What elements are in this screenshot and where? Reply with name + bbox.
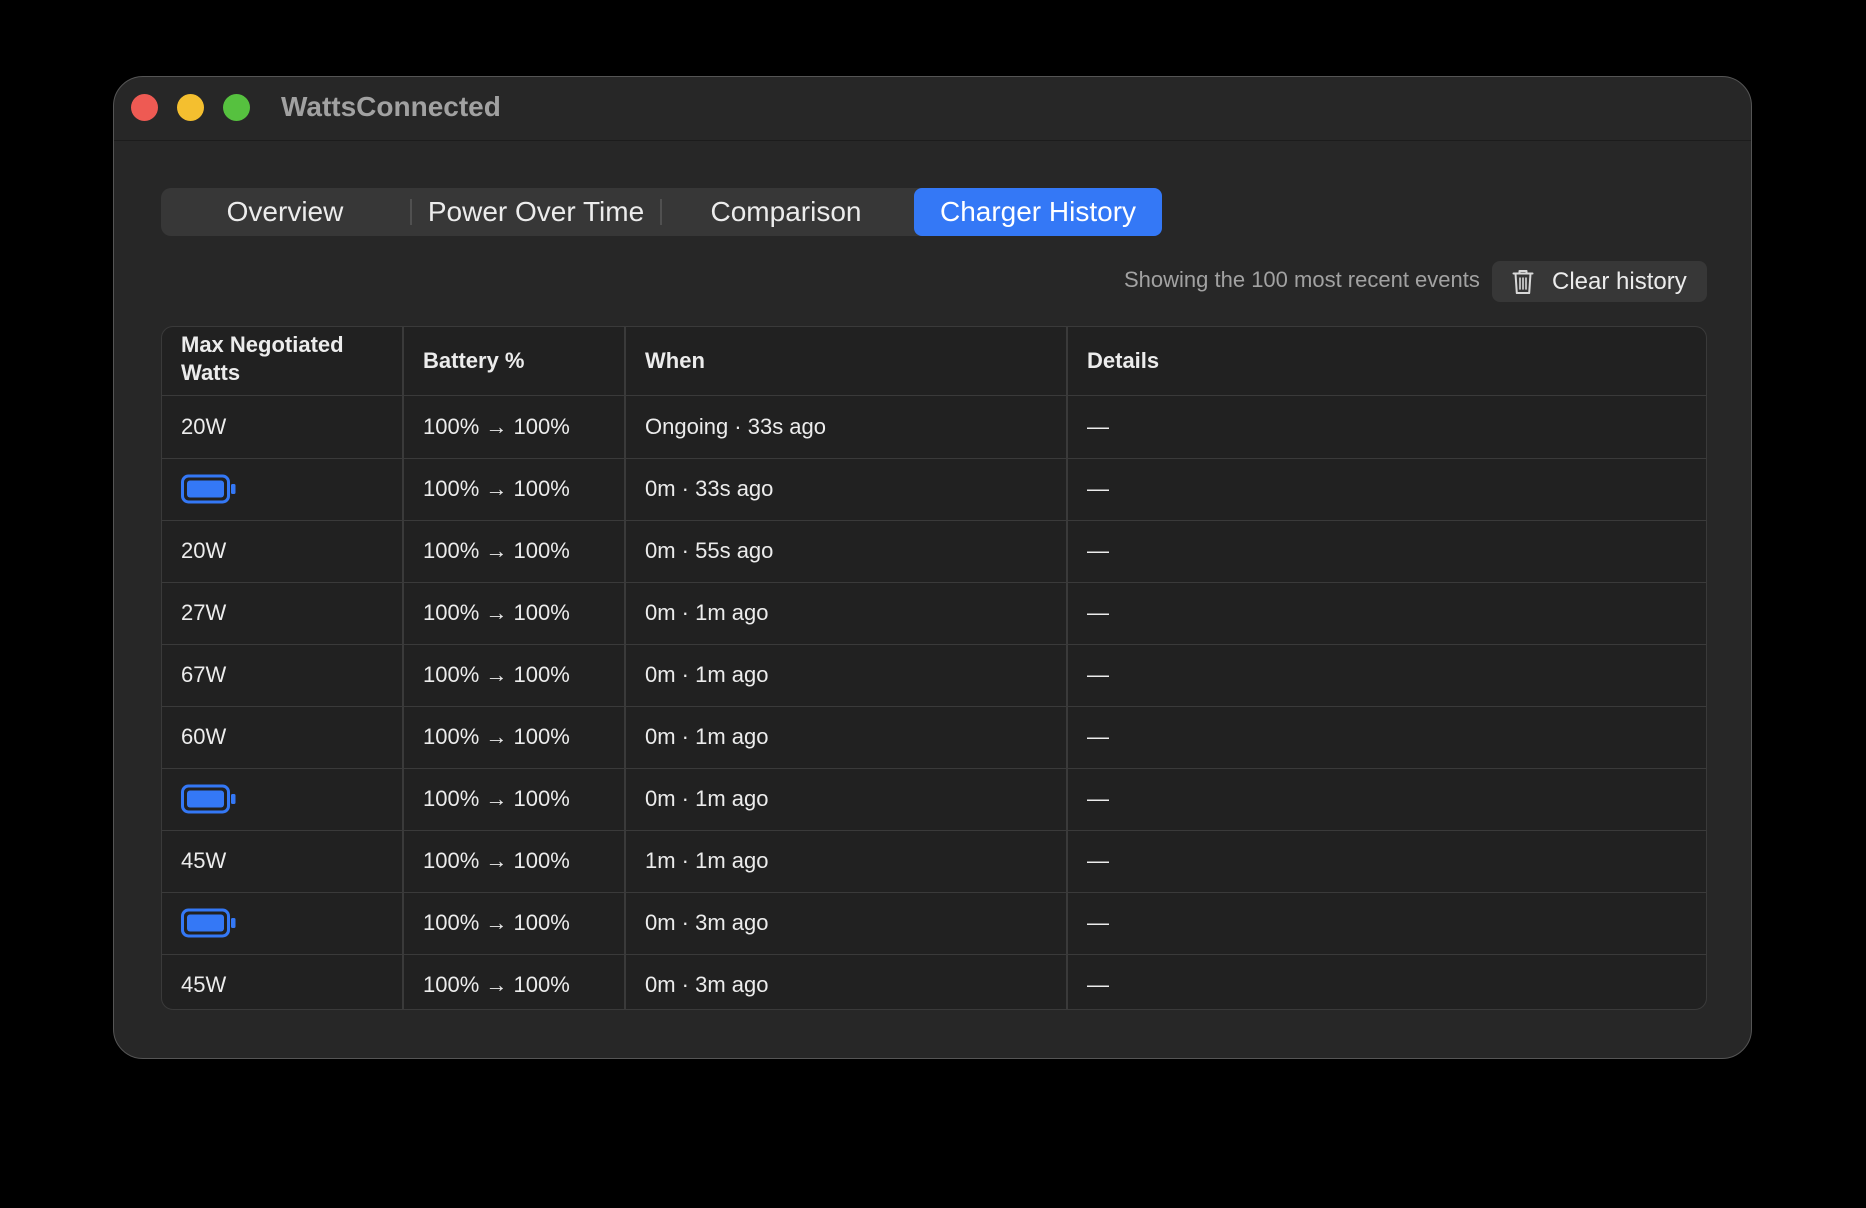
- table-row[interactable]: 20W 100% → 100% 0m · 55s ago —: [162, 520, 1706, 583]
- watts-cell: 45W: [181, 848, 227, 873]
- battery-cell: 100% → 100%: [423, 600, 570, 625]
- details-cell: —: [1087, 910, 1109, 935]
- when-cell: 0m · 3m ago: [645, 910, 769, 935]
- title-bar: WattsConnected: [114, 77, 1751, 141]
- table-header: Max Negotiated Watts Battery % When Deta…: [162, 327, 1706, 396]
- table-row[interactable]: 100% → 100% 0m · 33s ago —: [162, 458, 1706, 521]
- battery-icon: [181, 474, 236, 504]
- table-row[interactable]: 67W 100% → 100% 0m · 1m ago —: [162, 644, 1706, 707]
- when-cell: 0m · 55s ago: [645, 538, 774, 563]
- watts-cell: [181, 768, 237, 830]
- details-cell: —: [1087, 414, 1109, 439]
- watts-cell: 45W: [181, 972, 227, 997]
- battery-icon: [181, 784, 236, 814]
- battery-cell: 100% → 100%: [423, 972, 570, 997]
- watts-cell: 60W: [181, 724, 227, 749]
- tab-overview[interactable]: Overview: [161, 188, 409, 236]
- battery-cell: 100% → 100%: [423, 662, 570, 687]
- tab-charger-history[interactable]: Charger History: [914, 188, 1162, 236]
- clear-history-button[interactable]: Clear history: [1492, 261, 1707, 302]
- when-cell: 0m · 1m ago: [645, 600, 769, 625]
- details-cell: —: [1087, 848, 1109, 873]
- battery-icon: [181, 908, 236, 938]
- when-cell: 0m · 33s ago: [645, 476, 774, 501]
- window-title: WattsConnected: [281, 91, 501, 122]
- battery-cell: 100% → 100%: [423, 724, 570, 749]
- details-cell: —: [1087, 662, 1109, 687]
- details-cell: —: [1087, 600, 1109, 625]
- table-row[interactable]: 100% → 100% 0m · 1m ago —: [162, 768, 1706, 831]
- watts-cell: 67W: [181, 662, 227, 687]
- table-row[interactable]: 60W 100% → 100% 0m · 1m ago —: [162, 706, 1706, 769]
- column-header-details[interactable]: Details: [1087, 347, 1159, 375]
- when-cell: 0m · 1m ago: [645, 724, 769, 749]
- watts-cell: 20W: [181, 414, 227, 439]
- table-row[interactable]: 45W 100% → 100% 1m · 1m ago —: [162, 830, 1706, 893]
- charger-history-table: Max Negotiated Watts Battery % When Deta…: [161, 326, 1707, 1010]
- battery-cell: 100% → 100%: [423, 910, 570, 935]
- battery-cell: 100% → 100%: [423, 476, 570, 501]
- details-cell: —: [1087, 972, 1109, 997]
- details-cell: —: [1087, 476, 1109, 501]
- details-cell: —: [1087, 786, 1109, 811]
- app-window: WattsConnected Overview Power Over Time …: [113, 76, 1752, 1059]
- table-row[interactable]: 100% → 100% 0m · 3m ago —: [162, 892, 1706, 955]
- column-header-max-watts[interactable]: Max Negotiated Watts: [181, 331, 381, 387]
- table-row[interactable]: 20W 100% → 100% Ongoing · 33s ago —: [162, 396, 1706, 459]
- battery-cell: 100% → 100%: [423, 848, 570, 873]
- close-window-button[interactable]: [131, 94, 158, 121]
- when-cell: 0m · 3m ago: [645, 972, 769, 997]
- trash-icon: [1512, 270, 1534, 294]
- details-cell: —: [1087, 724, 1109, 749]
- table-row[interactable]: 45W 100% → 100% 0m · 3m ago —: [162, 954, 1706, 1009]
- minimize-window-button[interactable]: [177, 94, 204, 121]
- tab-power-over-time[interactable]: Power Over Time: [412, 188, 660, 236]
- battery-cell: 100% → 100%: [423, 538, 570, 563]
- battery-cell: 100% → 100%: [423, 414, 570, 439]
- when-cell: 0m · 1m ago: [645, 662, 769, 687]
- watts-cell: 27W: [181, 600, 227, 625]
- table-row[interactable]: 27W 100% → 100% 0m · 1m ago —: [162, 582, 1706, 645]
- when-cell: 1m · 1m ago: [645, 848, 769, 873]
- watts-cell: [181, 892, 237, 954]
- column-header-battery[interactable]: Battery %: [423, 347, 524, 375]
- when-cell: 0m · 1m ago: [645, 786, 769, 811]
- watts-cell: 20W: [181, 538, 227, 563]
- watts-cell: [181, 458, 237, 520]
- details-cell: —: [1087, 538, 1109, 563]
- clear-history-label: Clear history: [1552, 268, 1687, 295]
- view-tabs: Overview Power Over Time Comparison Char…: [161, 188, 1162, 236]
- battery-cell: 100% → 100%: [423, 786, 570, 811]
- tab-comparison[interactable]: Comparison: [662, 188, 910, 236]
- zoom-window-button[interactable]: [223, 94, 250, 121]
- when-cell: Ongoing · 33s ago: [645, 414, 827, 439]
- recent-events-note: Showing the 100 most recent events: [1124, 267, 1480, 292]
- column-header-when[interactable]: When: [645, 347, 705, 375]
